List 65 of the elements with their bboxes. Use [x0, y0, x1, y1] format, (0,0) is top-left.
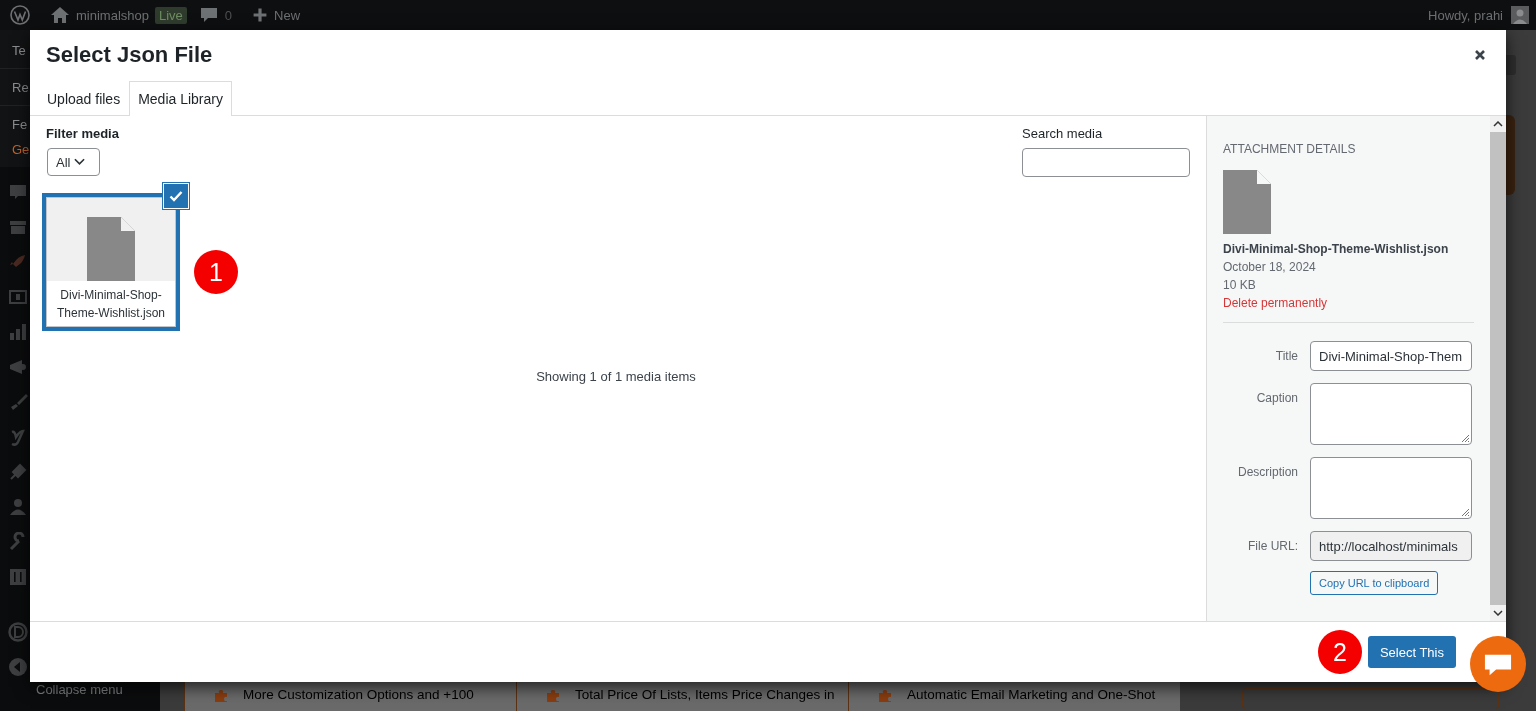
upload-date: October 18, 2024 [1223, 259, 1317, 276]
resize-grip-icon[interactable] [1460, 433, 1470, 443]
checkbox[interactable] [164, 184, 188, 208]
field-label: Description [1236, 464, 1298, 481]
step-number-badge: 2 [1317, 630, 1362, 674]
checkmark-icon [169, 190, 183, 202]
puzzle-icon [877, 688, 893, 704]
user-avatar-icon[interactable] [1511, 6, 1529, 24]
feature-text: More Customization Options and +100 [243, 686, 474, 704]
puzzle-icon [545, 688, 561, 704]
scrollbar[interactable] [1490, 116, 1506, 621]
delete-link[interactable]: Delete permanently [1223, 294, 1490, 312]
document-icon [87, 217, 135, 281]
wordpress-logo-icon[interactable] [10, 5, 30, 25]
user-icon[interactable] [8, 497, 28, 517]
media-count-text: Showing 1 of 1 media items [536, 369, 696, 384]
feature-text: Automatic Email Marketing and One-Shot [907, 686, 1156, 704]
text-area[interactable] [1310, 383, 1472, 445]
filter-label: Filter media [46, 126, 119, 141]
greeting-link[interactable]: Howdy, prahi [1428, 7, 1503, 23]
bar-chart-icon[interactable] [8, 322, 28, 342]
dollar-icon[interactable] [8, 287, 28, 307]
site-name-link[interactable]: minimalshop [76, 7, 149, 23]
megaphone-icon[interactable] [8, 357, 28, 377]
field-label: Caption [1255, 390, 1298, 407]
resize-grip-icon[interactable] [1460, 507, 1470, 517]
details-heading: ATTACHMENT DETAILS [1223, 142, 1357, 156]
close-icon[interactable] [1474, 49, 1486, 61]
scroll-down-icon[interactable] [1493, 610, 1503, 616]
sliders-icon[interactable] [8, 567, 28, 587]
step-number-badge: 1 [194, 250, 238, 294]
comment-icon[interactable] [198, 5, 219, 25]
document-icon [1223, 170, 1271, 234]
new-link[interactable]: New [274, 7, 301, 23]
attachment-tile[interactable]: Divi-Minimal-Shop-Theme-Wishlist.json [42, 193, 180, 331]
title-field[interactable]: Divi-Minimal-Shop-Them [1310, 341, 1472, 371]
collapse-icon[interactable] [8, 657, 28, 677]
circle-d-icon[interactable] [8, 622, 28, 642]
search-label: Search media [1022, 126, 1104, 141]
puzzle-icon [213, 688, 229, 704]
home-icon[interactable] [50, 5, 70, 25]
file-name: Divi-Minimal-Shop-Theme-Wishlist.json [56, 287, 166, 322]
chat-icon[interactable] [1470, 636, 1526, 692]
feature-text: Total Price Of Lists, Items Price Changes in [575, 686, 835, 704]
tab[interactable]: Upload files [38, 81, 130, 116]
file-name: Divi-Minimal-Shop-Theme-Wishlist.json [1223, 241, 1450, 258]
modal-title: Select Json File [46, 42, 213, 68]
plus-icon[interactable] [252, 7, 269, 23]
copy-url-button[interactable]: Copy URL to clipboard [1310, 571, 1439, 595]
url-field[interactable]: http://localhost/minimals [1310, 531, 1472, 561]
comment-count: 0 [224, 7, 233, 23]
paintbrush-icon[interactable] [8, 392, 28, 412]
field-label: File URL: [1247, 538, 1298, 555]
text-area[interactable] [1310, 457, 1472, 519]
chat-bubble-icon[interactable] [8, 182, 28, 202]
select-button[interactable]: Select This [1367, 636, 1456, 668]
live-badge: Live [155, 6, 187, 24]
scroll-up-icon[interactable] [1493, 121, 1503, 127]
tab[interactable]: Media Library [129, 81, 232, 116]
filter-dropdown[interactable]: All [47, 148, 100, 176]
file-size: 10 KB [1223, 277, 1257, 294]
collapse-menu-link[interactable]: Collapse menu [36, 682, 123, 697]
chevron-down-icon [74, 158, 86, 166]
field-label: Title [1274, 348, 1298, 365]
search-field[interactable] [1022, 148, 1190, 177]
